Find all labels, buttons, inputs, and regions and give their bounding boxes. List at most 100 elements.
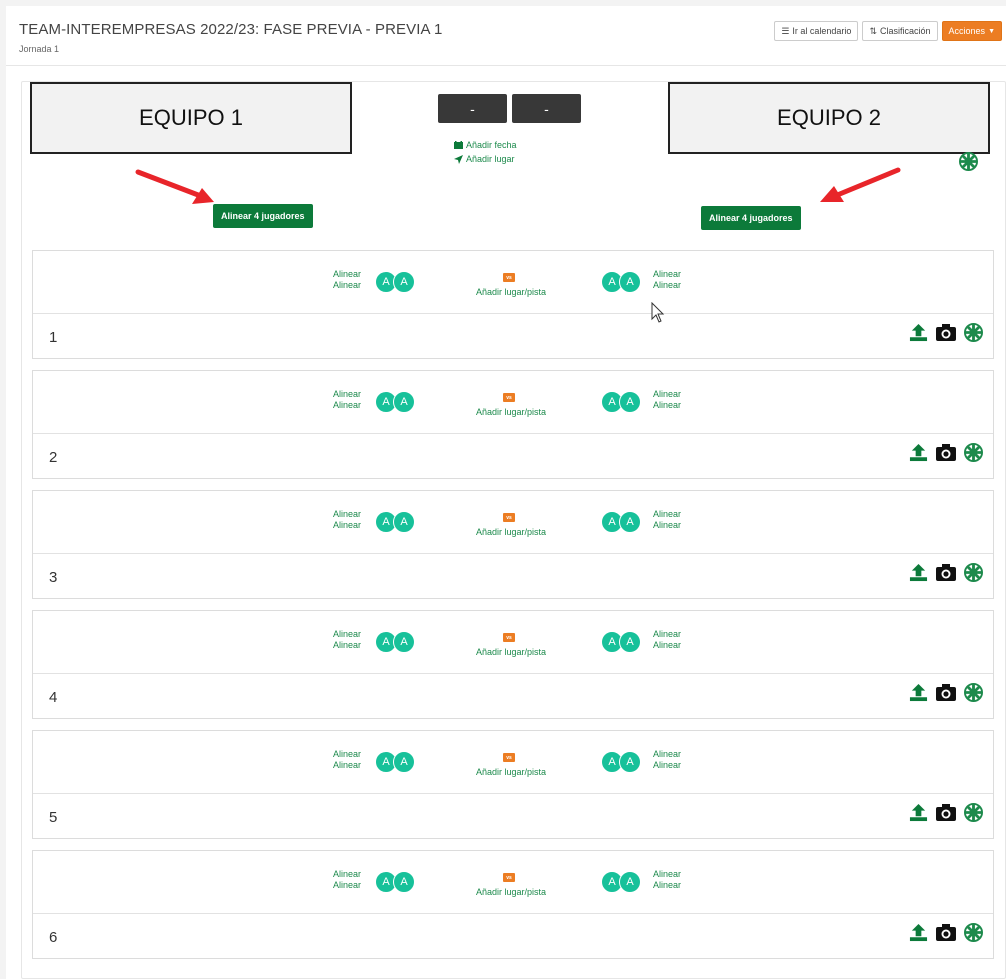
- page: TEAM-INTEREMPRESAS 2022/23: FASE PREVIA …: [6, 6, 1006, 979]
- align-link[interactable]: Alinear: [313, 509, 361, 520]
- upload-icon[interactable]: [909, 563, 928, 582]
- align-link[interactable]: Alinear: [653, 640, 681, 651]
- add-date-link[interactable]: Añadir fecha: [454, 140, 517, 150]
- mouse-cursor-icon: [651, 302, 665, 323]
- align-link[interactable]: Alinear: [313, 400, 361, 411]
- align-right-links: Alinear Alinear: [653, 389, 681, 411]
- align-left-links: Alinear Alinear: [313, 389, 361, 411]
- match-actions: [909, 443, 983, 462]
- align-link[interactable]: Alinear: [313, 760, 361, 771]
- score-team2[interactable]: -: [512, 94, 581, 123]
- align-left-links: Alinear Alinear: [313, 509, 361, 531]
- caret-down-icon: ▼: [988, 27, 995, 35]
- upload-icon[interactable]: [909, 443, 928, 462]
- basketball-icon[interactable]: [959, 152, 978, 171]
- align-link[interactable]: Alinear: [653, 629, 681, 640]
- align-link[interactable]: Alinear: [653, 509, 681, 520]
- team1-avatars[interactable]: A A: [375, 631, 419, 653]
- align-link[interactable]: Alinear: [313, 520, 361, 531]
- team2-avatars[interactable]: A A: [601, 271, 645, 293]
- basketball-icon[interactable]: [964, 803, 983, 822]
- match-number: 2: [49, 449, 58, 466]
- camera-icon[interactable]: [936, 924, 956, 941]
- basketball-icon[interactable]: [964, 683, 983, 702]
- upload-icon[interactable]: [909, 323, 928, 342]
- team1-avatars[interactable]: A A: [375, 751, 419, 773]
- align-link[interactable]: Alinear: [313, 869, 361, 880]
- actions-button-label: Acciones: [948, 26, 986, 36]
- basketball-icon[interactable]: [964, 923, 983, 942]
- avatar: A: [393, 391, 415, 413]
- basketball-icon[interactable]: [964, 563, 983, 582]
- match-row: Alinear Alinear A A vs Añadir lugar/pist…: [32, 250, 994, 359]
- camera-icon[interactable]: [936, 324, 956, 341]
- add-venue-link[interactable]: Añadir lugar/pista: [475, 407, 547, 417]
- align-link[interactable]: Alinear: [653, 400, 681, 411]
- team2-avatars[interactable]: A A: [601, 871, 645, 893]
- basketball-icon[interactable]: [964, 443, 983, 462]
- add-venue-link[interactable]: Añadir lugar/pista: [475, 527, 547, 537]
- avatar: A: [619, 751, 641, 773]
- camera-icon[interactable]: [936, 444, 956, 461]
- vs-badge: vs: [503, 873, 515, 882]
- calendar-button[interactable]: ☰ Ir al calendario: [774, 21, 859, 41]
- lineup-team2-button[interactable]: Alinear 4 jugadores: [701, 206, 801, 230]
- camera-icon[interactable]: [936, 564, 956, 581]
- align-link[interactable]: Alinear: [653, 869, 681, 880]
- align-link[interactable]: Alinear: [653, 389, 681, 400]
- add-venue-link[interactable]: Añadir lugar/pista: [475, 767, 547, 777]
- align-link[interactable]: Alinear: [653, 749, 681, 760]
- vs-badge: vs: [503, 633, 515, 642]
- add-venue-link[interactable]: Añadir lugar/pista: [475, 287, 547, 297]
- align-link[interactable]: Alinear: [653, 269, 681, 280]
- upload-icon[interactable]: [909, 923, 928, 942]
- align-link[interactable]: Alinear: [313, 640, 361, 651]
- match-number: 1: [49, 329, 58, 346]
- match-actions: [909, 923, 983, 942]
- calendar-button-label: Ir al calendario: [792, 26, 852, 36]
- align-link[interactable]: Alinear: [313, 389, 361, 400]
- vs-badge: vs: [503, 273, 515, 282]
- team2-avatars[interactable]: A A: [601, 631, 645, 653]
- camera-icon[interactable]: [936, 804, 956, 821]
- team1-avatars[interactable]: A A: [375, 871, 419, 893]
- add-venue-link[interactable]: Añadir lugar/pista: [475, 647, 547, 657]
- match-actions: [909, 563, 983, 582]
- match-row-top: Alinear Alinear A A vs Añadir lugar/pist…: [33, 851, 993, 914]
- team1-avatars[interactable]: A A: [375, 391, 419, 413]
- match-row: Alinear Alinear A A vs Añadir lugar/pist…: [32, 610, 994, 719]
- standings-button[interactable]: ⇅ Clasificación: [862, 21, 938, 41]
- align-right-links: Alinear Alinear: [653, 629, 681, 651]
- upload-icon[interactable]: [909, 683, 928, 702]
- team1-avatars[interactable]: A A: [375, 511, 419, 533]
- align-link[interactable]: Alinear: [313, 749, 361, 760]
- sort-icon: ⇅: [869, 25, 877, 36]
- align-link[interactable]: Alinear: [653, 880, 681, 891]
- align-link[interactable]: Alinear: [313, 269, 361, 280]
- align-link[interactable]: Alinear: [313, 880, 361, 891]
- actions-button[interactable]: Acciones ▼: [941, 21, 1002, 41]
- upload-icon[interactable]: [909, 803, 928, 822]
- match-row-top: Alinear Alinear A A vs Añadir lugar/pist…: [33, 251, 993, 314]
- avatar: A: [619, 391, 641, 413]
- lineup-team1-button[interactable]: Alinear 4 jugadores: [213, 204, 313, 228]
- team1-avatars[interactable]: A A: [375, 271, 419, 293]
- team2-avatars[interactable]: A A: [601, 511, 645, 533]
- align-left-links: Alinear Alinear: [313, 869, 361, 891]
- avatar: A: [393, 271, 415, 293]
- basketball-icon[interactable]: [964, 323, 983, 342]
- score-team1[interactable]: -: [438, 94, 507, 123]
- team2-avatars[interactable]: A A: [601, 391, 645, 413]
- header-buttons: ☰ Ir al calendario ⇅ Clasificación Accio…: [774, 21, 1002, 41]
- add-venue-link[interactable]: Añadir lugar/pista: [475, 887, 547, 897]
- team2-avatars[interactable]: A A: [601, 751, 645, 773]
- add-place-link[interactable]: Añadir lugar: [454, 154, 515, 164]
- align-link[interactable]: Alinear: [313, 629, 361, 640]
- camera-icon[interactable]: [936, 684, 956, 701]
- align-link[interactable]: Alinear: [313, 280, 361, 291]
- match-number: 4: [49, 689, 58, 706]
- align-link[interactable]: Alinear: [653, 760, 681, 771]
- align-left-links: Alinear Alinear: [313, 629, 361, 651]
- align-link[interactable]: Alinear: [653, 280, 681, 291]
- align-link[interactable]: Alinear: [653, 520, 681, 531]
